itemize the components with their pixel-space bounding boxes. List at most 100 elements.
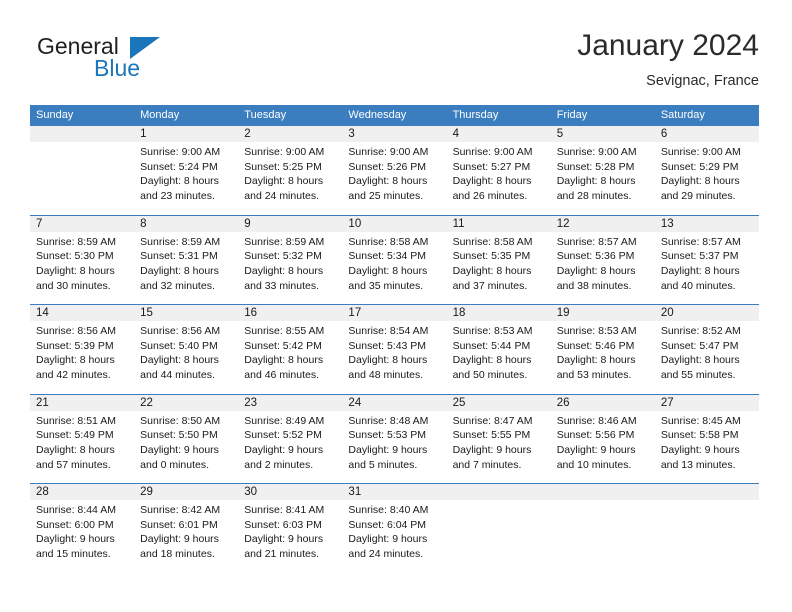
- day-cell: [446, 484, 551, 573]
- day-cell[interactable]: 24 Sunrise: 8:48 AM Sunset: 5:53 PM Dayl…: [342, 394, 447, 483]
- daylight-text-line2: and 48 minutes.: [348, 369, 424, 382]
- sunrise-text: Sunrise: 8:52 AM: [660, 325, 741, 337]
- day-cell[interactable]: 30 Sunrise: 8:41 AM Sunset: 6:03 PM Dayl…: [238, 484, 343, 573]
- day-number-band: 26: [550, 394, 655, 411]
- day-details: [30, 142, 134, 145]
- day-cell[interactable]: 12 Sunrise: 8:57 AM Sunset: 5:36 PM Dayl…: [550, 215, 655, 304]
- day-number: 22: [140, 396, 153, 409]
- day-details: Sunrise: 8:49 AM Sunset: 5:52 PM Dayligh…: [238, 411, 342, 473]
- day-cell[interactable]: 27 Sunrise: 8:45 AM Sunset: 5:58 PM Dayl…: [654, 394, 759, 483]
- day-cell[interactable]: 17 Sunrise: 8:54 AM Sunset: 5:43 PM Dayl…: [342, 305, 447, 394]
- weekday-header-wednesday: Wednesday: [348, 109, 407, 121]
- day-cell[interactable]: 14 Sunrise: 8:56 AM Sunset: 5:39 PM Dayl…: [30, 305, 135, 394]
- day-cell[interactable]: 8 Sunrise: 8:59 AM Sunset: 5:31 PM Dayli…: [134, 215, 239, 304]
- day-cell[interactable]: 4 Sunrise: 9:00 AM Sunset: 5:27 PM Dayli…: [446, 126, 551, 215]
- daylight-text-line1: Daylight: 8 hours: [452, 354, 532, 367]
- daylight-text-line2: and 25 minutes.: [348, 190, 424, 203]
- sunset-text: Sunset: 6:01 PM: [140, 518, 218, 531]
- day-cell[interactable]: 9 Sunrise: 8:59 AM Sunset: 5:32 PM Dayli…: [238, 215, 343, 304]
- sunset-text: Sunset: 5:31 PM: [140, 250, 218, 263]
- sunset-text: Sunset: 5:49 PM: [36, 429, 114, 442]
- day-cell: [654, 484, 759, 573]
- day-details: Sunrise: 8:44 AM Sunset: 6:00 PM Dayligh…: [30, 500, 134, 562]
- day-details: Sunrise: 9:00 AM Sunset: 5:25 PM Dayligh…: [238, 142, 342, 204]
- day-cell[interactable]: 19 Sunrise: 8:53 AM Sunset: 5:46 PM Dayl…: [550, 305, 655, 394]
- sunset-text: Sunset: 5:27 PM: [452, 160, 531, 173]
- day-cell[interactable]: 18 Sunrise: 8:53 AM Sunset: 5:44 PM Dayl…: [446, 305, 551, 394]
- day-cell[interactable]: 22 Sunrise: 8:50 AM Sunset: 5:50 PM Dayl…: [134, 394, 239, 483]
- day-number-band: 7: [30, 215, 135, 232]
- day-number: 6: [660, 128, 668, 140]
- day-cell[interactable]: 21 Sunrise: 8:51 AM Sunset: 5:49 PM Dayl…: [30, 394, 135, 483]
- sunrise-text: Sunrise: 9:00 AM: [452, 146, 533, 158]
- day-details: Sunrise: 8:42 AM Sunset: 6:01 PM Dayligh…: [134, 500, 238, 562]
- title-block: January 2024 Sevignac, France: [577, 28, 759, 92]
- day-cell[interactable]: 23 Sunrise: 8:49 AM Sunset: 5:52 PM Dayl…: [238, 394, 343, 483]
- day-number: 31: [348, 486, 362, 498]
- day-cell[interactable]: 31 Sunrise: 8:40 AM Sunset: 6:04 PM Dayl…: [342, 484, 447, 573]
- daylight-text-line2: and 55 minutes.: [660, 369, 736, 382]
- daylight-text-line1: Daylight: 8 hours: [244, 354, 324, 367]
- week-row: 14 Sunrise: 8:56 AM Sunset: 5:39 PM Dayl…: [30, 304, 759, 394]
- daylight-text-line2: and 42 minutes.: [36, 369, 111, 382]
- sunrise-text: Sunrise: 8:53 AM: [556, 325, 637, 337]
- daylight-text-line1: Daylight: 8 hours: [244, 264, 324, 277]
- daylight-text-line2: and 5 minutes.: [348, 458, 418, 471]
- daylight-text-line1: Daylight: 9 hours: [348, 533, 428, 546]
- daylight-text-line2: and 7 minutes.: [452, 458, 522, 471]
- daylight-text-line2: and 57 minutes.: [36, 458, 111, 471]
- sunset-text: Sunset: 5:34 PM: [348, 250, 427, 263]
- weekday-header-saturday: Saturday: [660, 109, 705, 121]
- daylight-text-line1: Daylight: 8 hours: [140, 264, 219, 277]
- day-cell[interactable]: 6 Sunrise: 9:00 AM Sunset: 5:29 PM Dayli…: [654, 126, 759, 215]
- day-cell[interactable]: 5 Sunrise: 9:00 AM Sunset: 5:28 PM Dayli…: [550, 126, 655, 215]
- day-details: Sunrise: 8:58 AM Sunset: 5:35 PM Dayligh…: [447, 232, 551, 294]
- day-number: 20: [660, 307, 674, 319]
- day-cell[interactable]: 28 Sunrise: 8:44 AM Sunset: 6:00 PM Dayl…: [30, 484, 135, 573]
- day-cell[interactable]: 25 Sunrise: 8:47 AM Sunset: 5:55 PM Dayl…: [446, 394, 551, 483]
- day-cell[interactable]: 26 Sunrise: 8:46 AM Sunset: 5:56 PM Dayl…: [550, 394, 655, 483]
- sunrise-text: Sunrise: 8:47 AM: [452, 414, 533, 427]
- day-cell[interactable]: 10 Sunrise: 8:58 AM Sunset: 5:34 PM Dayl…: [342, 215, 447, 304]
- day-number-band: 10: [342, 215, 447, 232]
- day-details: Sunrise: 8:56 AM Sunset: 5:40 PM Dayligh…: [134, 321, 238, 383]
- day-details: Sunrise: 9:00 AM Sunset: 5:26 PM Dayligh…: [342, 142, 446, 204]
- day-details: Sunrise: 8:45 AM Sunset: 5:58 PM Dayligh…: [655, 411, 759, 473]
- sunrise-text: Sunrise: 8:57 AM: [556, 235, 637, 248]
- day-number: 24: [348, 396, 362, 409]
- day-number: 2: [244, 128, 251, 140]
- daylight-text-line1: Daylight: 8 hours: [452, 264, 532, 277]
- brand-logo[interactable]: General Blue: [37, 33, 237, 95]
- day-cell[interactable]: 16 Sunrise: 8:55 AM Sunset: 5:42 PM Dayl…: [238, 305, 343, 394]
- day-cell[interactable]: 7 Sunrise: 8:59 AM Sunset: 5:30 PM Dayli…: [30, 215, 135, 304]
- day-cell[interactable]: 3 Sunrise: 9:00 AM Sunset: 5:26 PM Dayli…: [342, 126, 447, 215]
- daylight-text-line2: and 24 minutes.: [244, 190, 319, 203]
- day-number: 14: [36, 307, 49, 319]
- sunrise-text: Sunrise: 8:46 AM: [556, 414, 637, 427]
- day-cell[interactable]: 1 Sunrise: 9:00 AM Sunset: 5:24 PM Dayli…: [134, 126, 239, 215]
- daylight-text-line1: Daylight: 9 hours: [348, 443, 428, 456]
- sunrise-text: Sunrise: 8:48 AM: [348, 414, 429, 427]
- day-cell[interactable]: 15 Sunrise: 8:56 AM Sunset: 5:40 PM Dayl…: [134, 305, 239, 394]
- sunrise-text: Sunrise: 8:42 AM: [140, 504, 221, 516]
- sunset-text: Sunset: 5:25 PM: [244, 160, 322, 173]
- day-number: 7: [36, 217, 43, 230]
- day-cell[interactable]: 20 Sunrise: 8:52 AM Sunset: 5:47 PM Dayl…: [654, 305, 759, 394]
- day-cell[interactable]: 11 Sunrise: 8:58 AM Sunset: 5:35 PM Dayl…: [446, 215, 551, 304]
- day-cell[interactable]: 29 Sunrise: 8:42 AM Sunset: 6:01 PM Dayl…: [134, 484, 239, 573]
- sunrise-text: Sunrise: 8:40 AM: [348, 504, 429, 516]
- sunset-text: Sunset: 5:28 PM: [556, 160, 635, 173]
- day-cell[interactable]: 13 Sunrise: 8:57 AM Sunset: 5:37 PM Dayl…: [654, 215, 759, 304]
- day-details: Sunrise: 8:56 AM Sunset: 5:39 PM Dayligh…: [30, 321, 134, 383]
- day-number: 4: [452, 128, 459, 140]
- sunrise-text: Sunrise: 8:49 AM: [244, 414, 325, 427]
- daylight-text-line2: and 24 minutes.: [348, 548, 424, 561]
- day-number: 12: [556, 217, 570, 230]
- day-details: Sunrise: 8:50 AM Sunset: 5:50 PM Dayligh…: [134, 411, 238, 473]
- day-number: 3: [348, 128, 355, 140]
- day-number-band: 16: [238, 305, 343, 321]
- day-number: 19: [556, 307, 570, 319]
- day-cell[interactable]: 2 Sunrise: 9:00 AM Sunset: 5:25 PM Dayli…: [238, 126, 343, 215]
- sunrise-text: Sunrise: 8:44 AM: [36, 504, 116, 516]
- day-number-band: 4: [446, 126, 551, 142]
